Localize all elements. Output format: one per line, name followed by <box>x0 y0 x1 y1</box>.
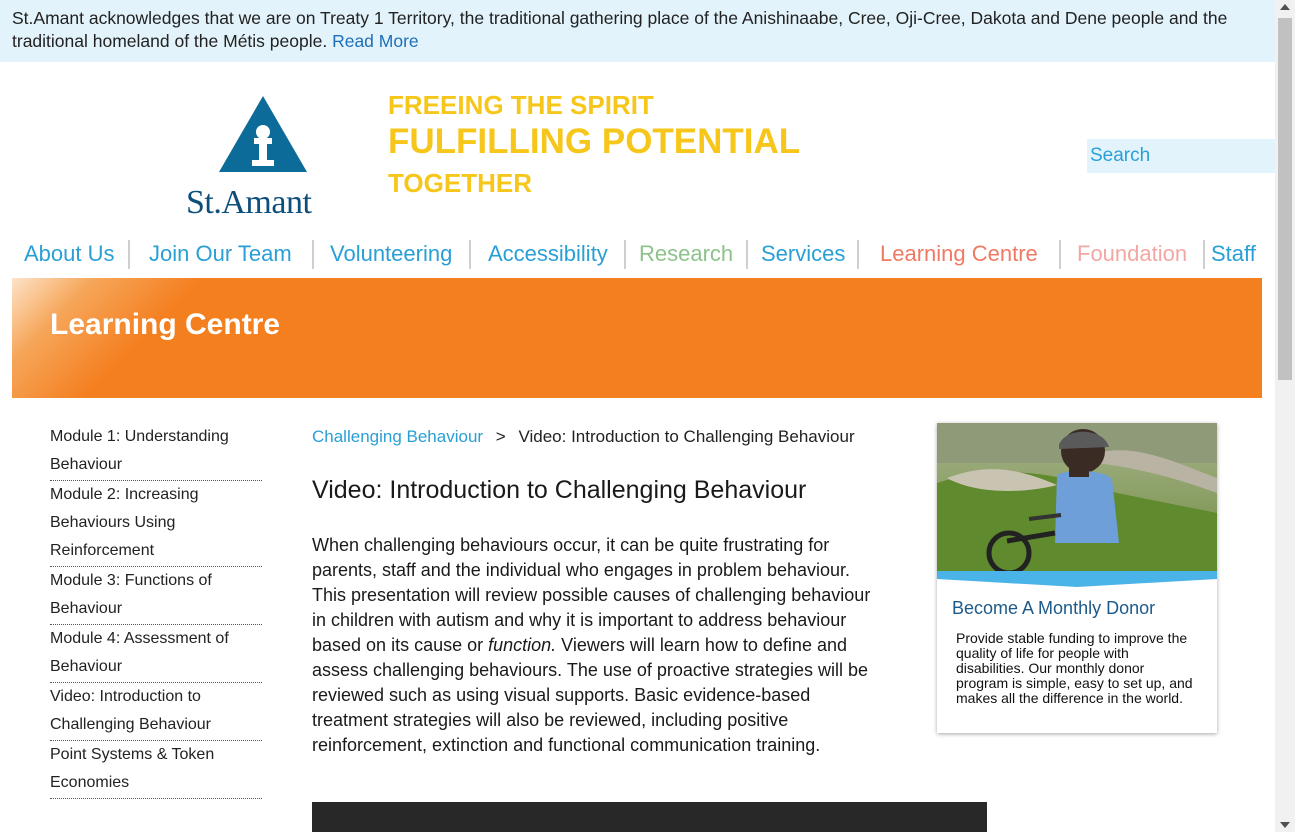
nav-item-foundation[interactable]: Foundation <box>1077 238 1187 270</box>
breadcrumb-parent-link[interactable]: Challenging Behaviour <box>312 427 483 446</box>
read-more-link[interactable]: Read More <box>332 31 419 51</box>
sidebar-item-module-4[interactable]: Module 4: Assessment of Behaviour <box>50 625 262 683</box>
nav-item-staff[interactable]: Staff <box>1211 238 1256 270</box>
promo-wave-band <box>937 571 1217 587</box>
tagline: FREEING THE SPIRIT FULFILLING POTENTIAL … <box>388 90 800 202</box>
page-scrollbar[interactable] <box>1275 0 1295 832</box>
sidebar-item-module-2[interactable]: Module 2: Increasing Behaviours Using Re… <box>50 481 262 567</box>
nav-separator <box>128 240 130 269</box>
nav-separator <box>857 240 859 269</box>
nav-item-learning-centre[interactable]: Learning Centre <box>880 238 1038 270</box>
sidebar-item-video-intro[interactable]: Video: Introduction to Challenging Behav… <box>50 683 262 741</box>
main-navigation: About Us Join Our Team Volunteering Acce… <box>12 238 1262 270</box>
tagline-line-2: FULFILLING POTENTIAL <box>388 122 801 161</box>
scroll-up-arrow-icon[interactable] <box>1280 4 1290 10</box>
sidebar-item-module-3[interactable]: Module 3: Functions of Behaviour <box>50 567 262 625</box>
scroll-down-arrow-icon[interactable] <box>1280 822 1290 828</box>
logo-triangle-icon <box>219 96 307 172</box>
sidebar-item-module-1[interactable]: Module 1: Understanding Behaviour <box>50 423 262 481</box>
logo-wordmark: St.Amant <box>186 184 312 221</box>
acknowledgement-text: St.Amant acknowledges that we are on Tre… <box>12 8 1228 51</box>
nav-separator <box>469 240 471 269</box>
hero-title: Learning Centre <box>50 308 281 341</box>
breadcrumb-separator: > <box>495 427 506 446</box>
nav-separator <box>746 240 748 269</box>
nav-separator <box>624 240 626 269</box>
nav-item-about-us[interactable]: About Us <box>24 238 115 270</box>
nav-item-accessibility[interactable]: Accessibility <box>488 238 608 270</box>
video-player[interactable] <box>312 802 987 832</box>
nav-item-join-our-team[interactable]: Join Our Team <box>149 238 292 270</box>
promo-photo-child-on-bike <box>937 423 1217 571</box>
hero-banner: Learning Centre <box>12 278 1262 398</box>
land-acknowledgement-bar: St.Amant acknowledges that we are on Tre… <box>0 0 1275 62</box>
nav-item-services[interactable]: Services <box>761 238 845 270</box>
breadcrumb: Challenging Behaviour > Video: Introduct… <box>312 426 855 448</box>
promo-description: Provide stable funding to improve the qu… <box>956 630 1193 706</box>
tagline-line-3: TOGETHER <box>388 168 532 198</box>
tagline-line-1: FREEING THE SPIRIT <box>388 90 654 120</box>
search-input[interactable] <box>1087 139 1275 173</box>
scrollbar-thumb[interactable] <box>1278 18 1292 380</box>
breadcrumb-current: Video: Introduction to Challenging Behav… <box>518 427 855 446</box>
nav-item-volunteering[interactable]: Volunteering <box>330 238 452 270</box>
promo-title[interactable]: Become A Monthly Donor <box>952 598 1155 619</box>
sidebar-item-point-systems[interactable]: Point Systems & Token Economies <box>50 741 262 799</box>
article-body: When challenging behaviours occur, it ca… <box>312 533 872 758</box>
nav-separator <box>1203 240 1205 269</box>
st-amant-logo[interactable]: St.Amant <box>186 94 342 224</box>
sidebar-module-list: Module 1: Understanding Behaviour Module… <box>50 423 262 799</box>
nav-separator <box>312 240 314 269</box>
nav-separator <box>1059 240 1061 269</box>
page-title: Video: Introduction to Challenging Behav… <box>312 476 807 504</box>
donor-promo-card[interactable]: Become A Monthly Donor Provide stable fu… <box>937 423 1217 733</box>
nav-item-research[interactable]: Research <box>639 238 733 270</box>
article-body-emphasis: function. <box>488 635 557 655</box>
